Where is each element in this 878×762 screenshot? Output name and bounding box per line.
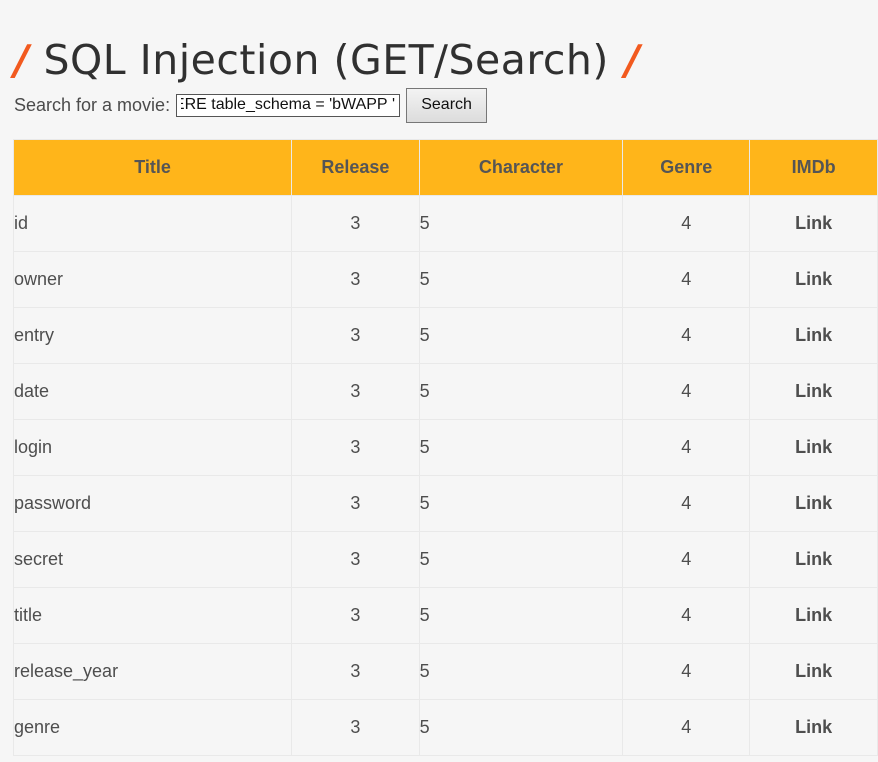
cell-character: 5 bbox=[418, 419, 624, 476]
cell-release: 3 bbox=[291, 587, 420, 644]
table-row: date 3 5 4 Link bbox=[12, 363, 878, 420]
cell-character: 5 bbox=[418, 587, 624, 644]
cell-title: entry bbox=[12, 307, 293, 364]
header-genre: Genre bbox=[622, 139, 751, 196]
cell-imdb: Link bbox=[749, 475, 878, 532]
table-row: owner 3 5 4 Link bbox=[12, 251, 878, 308]
imdb-link[interactable]: Link bbox=[795, 605, 832, 625]
table-row: secret 3 5 4 Link bbox=[12, 531, 878, 588]
cell-imdb: Link bbox=[749, 363, 878, 420]
cell-character: 5 bbox=[418, 699, 624, 756]
table-row: entry 3 5 4 Link bbox=[12, 307, 878, 364]
cell-release: 3 bbox=[291, 195, 420, 252]
cell-character: 5 bbox=[418, 643, 624, 700]
title-slash-left: / bbox=[14, 36, 30, 85]
cell-character: 5 bbox=[418, 363, 624, 420]
cell-release: 3 bbox=[291, 419, 420, 476]
header-character: Character bbox=[418, 139, 624, 196]
cell-genre: 4 bbox=[622, 195, 751, 252]
table-row: login 3 5 4 Link bbox=[12, 419, 878, 476]
cell-title: login bbox=[12, 419, 293, 476]
cell-imdb: Link bbox=[749, 643, 878, 700]
header-release: Release bbox=[291, 139, 420, 196]
cell-release: 3 bbox=[291, 363, 420, 420]
page-title: / SQL Injection (GET/Search) / bbox=[14, 29, 640, 91]
cell-release: 3 bbox=[291, 475, 420, 532]
imdb-link[interactable]: Link bbox=[795, 269, 832, 289]
page-title-text: SQL Injection (GET/Search) bbox=[43, 36, 609, 85]
cell-imdb: Link bbox=[749, 195, 878, 252]
cell-character: 5 bbox=[418, 531, 624, 588]
cell-title: genre bbox=[12, 699, 293, 756]
table-row: release_year 3 5 4 Link bbox=[12, 643, 878, 700]
cell-character: 5 bbox=[418, 251, 624, 308]
cell-release: 3 bbox=[291, 251, 420, 308]
cell-title: id bbox=[12, 195, 293, 252]
search-button[interactable]: Search bbox=[406, 87, 488, 123]
header-imdb: IMDb bbox=[749, 139, 878, 196]
search-form: Search for a movie: Search bbox=[14, 87, 488, 123]
imdb-link[interactable]: Link bbox=[795, 381, 832, 401]
cell-title: release_year bbox=[12, 643, 293, 700]
cell-imdb: Link bbox=[749, 699, 878, 756]
cell-genre: 4 bbox=[622, 419, 751, 476]
cell-imdb: Link bbox=[749, 419, 878, 476]
header-title: Title bbox=[12, 139, 293, 196]
imdb-link[interactable]: Link bbox=[795, 437, 832, 457]
cell-title: title bbox=[12, 587, 293, 644]
table-row: genre 3 5 4 Link bbox=[12, 699, 878, 756]
cell-imdb: Link bbox=[749, 531, 878, 588]
cell-title: date bbox=[12, 363, 293, 420]
cell-genre: 4 bbox=[622, 699, 751, 756]
cell-title: password bbox=[12, 475, 293, 532]
imdb-link[interactable]: Link bbox=[795, 213, 832, 233]
imdb-link[interactable]: Link bbox=[795, 717, 832, 737]
table-row: title 3 5 4 Link bbox=[12, 587, 878, 644]
cell-character: 5 bbox=[418, 475, 624, 532]
cell-character: 5 bbox=[418, 307, 624, 364]
cell-genre: 4 bbox=[622, 643, 751, 700]
table-row: password 3 5 4 Link bbox=[12, 475, 878, 532]
cell-genre: 4 bbox=[622, 363, 751, 420]
cell-release: 3 bbox=[291, 699, 420, 756]
cell-genre: 4 bbox=[622, 587, 751, 644]
cell-release: 3 bbox=[291, 531, 420, 588]
search-input[interactable] bbox=[176, 93, 401, 117]
cell-imdb: Link bbox=[749, 587, 878, 644]
page: / SQL Injection (GET/Search) / Search fo… bbox=[0, 0, 878, 762]
cell-imdb: Link bbox=[749, 251, 878, 308]
title-slash-right: / bbox=[624, 36, 641, 85]
cell-imdb: Link bbox=[749, 307, 878, 364]
imdb-link[interactable]: Link bbox=[795, 549, 832, 569]
cell-title: owner bbox=[12, 251, 293, 308]
imdb-link[interactable]: Link bbox=[795, 325, 832, 345]
table-header-row: Title Release Character Genre IMDb bbox=[12, 139, 878, 196]
cell-character: 5 bbox=[418, 195, 624, 252]
cell-title: secret bbox=[12, 531, 293, 588]
table-row: id 3 5 4 Link bbox=[12, 195, 878, 252]
results-table: Title Release Character Genre IMDb id 3 … bbox=[12, 139, 878, 756]
imdb-link[interactable]: Link bbox=[795, 661, 832, 681]
cell-genre: 4 bbox=[622, 531, 751, 588]
cell-genre: 4 bbox=[622, 475, 751, 532]
cell-genre: 4 bbox=[622, 251, 751, 308]
imdb-link[interactable]: Link bbox=[795, 493, 832, 513]
search-label: Search for a movie: bbox=[14, 94, 171, 115]
cell-release: 3 bbox=[291, 643, 420, 700]
cell-genre: 4 bbox=[622, 307, 751, 364]
cell-release: 3 bbox=[291, 307, 420, 364]
